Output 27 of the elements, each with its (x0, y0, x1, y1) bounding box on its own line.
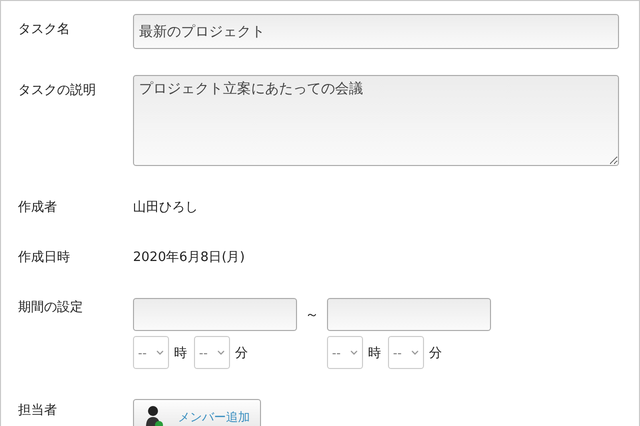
chevron-down-icon (217, 350, 225, 355)
text-area[interactable]: プロジェクト立案にあたっての会議 (133, 75, 619, 166)
field-label: 作成者 (18, 199, 58, 216)
field-label: タスクの説明 (18, 82, 97, 100)
field-value: 山田ひろし (133, 200, 198, 215)
field-label: 作成日時 (18, 249, 71, 266)
chevron-down-icon (411, 350, 419, 355)
dropdown[interactable]: -- (388, 336, 424, 369)
date-input[interactable] (327, 298, 491, 331)
date-input[interactable] (133, 298, 297, 331)
unit-label: 分 (235, 344, 248, 362)
unit-label: 時 (174, 344, 187, 362)
user-icon (144, 405, 164, 426)
add-member-button[interactable]: メンバー追加 (133, 399, 261, 426)
text-input[interactable]: 最新のプロジェクト (133, 14, 619, 49)
chevron-down-icon (156, 350, 164, 355)
dropdown[interactable]: -- (327, 336, 363, 369)
field-value: 2020年6月8日(月) (133, 250, 245, 265)
dropdown[interactable]: -- (194, 336, 230, 369)
unit-label: 時 (368, 344, 381, 362)
field-label: 担当者 (18, 402, 58, 420)
unit-label: 分 (429, 344, 442, 362)
range-separator: ～ (304, 306, 320, 324)
dropdown[interactable]: -- (133, 336, 169, 369)
field-label: 期間の設定 (18, 299, 84, 317)
chevron-down-icon (350, 350, 358, 355)
field-label: タスク名 (18, 21, 71, 39)
